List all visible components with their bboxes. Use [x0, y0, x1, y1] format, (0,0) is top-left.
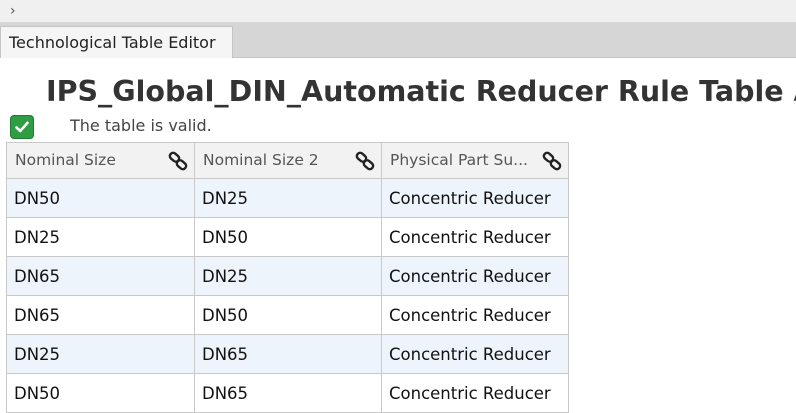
table-cell[interactable]: Concentric Reducer — [381, 178, 569, 218]
table-cell[interactable]: Concentric Reducer — [381, 373, 569, 413]
table-cell[interactable]: Concentric Reducer — [381, 295, 569, 335]
column-header-physical-part[interactable]: Physical Part Su... — [381, 142, 569, 179]
column-header-nominal-size[interactable]: Nominal Size — [6, 142, 195, 179]
table-cell[interactable]: DN65 — [6, 295, 195, 335]
table-cell[interactable]: DN50 — [194, 217, 382, 257]
tab-label: Technological Table Editor — [9, 33, 216, 52]
table-row[interactable]: DN65 DN25 Concentric Reducer — [6, 256, 569, 296]
table-row[interactable]: DN65 DN50 Concentric Reducer — [6, 295, 569, 335]
tab-bar: Technological Table Editor — [0, 23, 796, 58]
table-cell[interactable]: DN50 — [6, 373, 195, 413]
toolbar-strip: › — [0, 0, 796, 23]
table-cell[interactable]: Concentric Reducer — [381, 334, 569, 374]
column-header-nominal-size-2[interactable]: Nominal Size 2 — [194, 142, 382, 179]
table-cell[interactable]: DN65 — [194, 334, 382, 374]
table-cell[interactable]: Concentric Reducer — [381, 256, 569, 296]
table-row[interactable]: DN25 DN65 Concentric Reducer — [6, 334, 569, 374]
column-header-label: Nominal Size — [15, 151, 116, 169]
validation-status: The table is valid. — [70, 116, 212, 135]
table-cell[interactable]: Concentric Reducer — [381, 217, 569, 257]
table-cell[interactable]: DN50 — [194, 295, 382, 335]
link-icon[interactable] — [167, 150, 189, 172]
rule-table: Nominal Size Nominal Size 2 Physical Par… — [6, 142, 569, 413]
table-cell[interactable]: DN25 — [194, 178, 382, 218]
link-icon[interactable] — [354, 150, 376, 172]
table-cell[interactable]: DN25 — [6, 217, 195, 257]
table-row[interactable]: DN50 DN65 Concentric Reducer — [6, 373, 569, 413]
table-cell[interactable]: DN25 — [6, 334, 195, 374]
table-header-row: Nominal Size Nominal Size 2 Physical Par… — [6, 142, 569, 179]
tab-technological-table-editor[interactable]: Technological Table Editor — [0, 26, 233, 58]
table-cell[interactable]: DN65 — [194, 373, 382, 413]
column-header-label: Physical Part Su... — [390, 151, 528, 169]
column-header-label: Nominal Size 2 — [203, 151, 319, 169]
table-cell[interactable]: DN50 — [6, 178, 195, 218]
table-cell[interactable]: DN65 — [6, 256, 195, 296]
checkmark-icon — [10, 115, 34, 139]
page-title: IPS_Global_DIN_Automatic Reducer Rule Ta… — [46, 75, 796, 108]
table-cell[interactable]: DN25 — [194, 256, 382, 296]
link-icon[interactable] — [541, 150, 563, 172]
table-row[interactable]: DN50 DN25 Concentric Reducer — [6, 178, 569, 218]
table-row[interactable]: DN25 DN50 Concentric Reducer — [6, 217, 569, 257]
chevron-right-icon[interactable]: › — [10, 0, 16, 22]
